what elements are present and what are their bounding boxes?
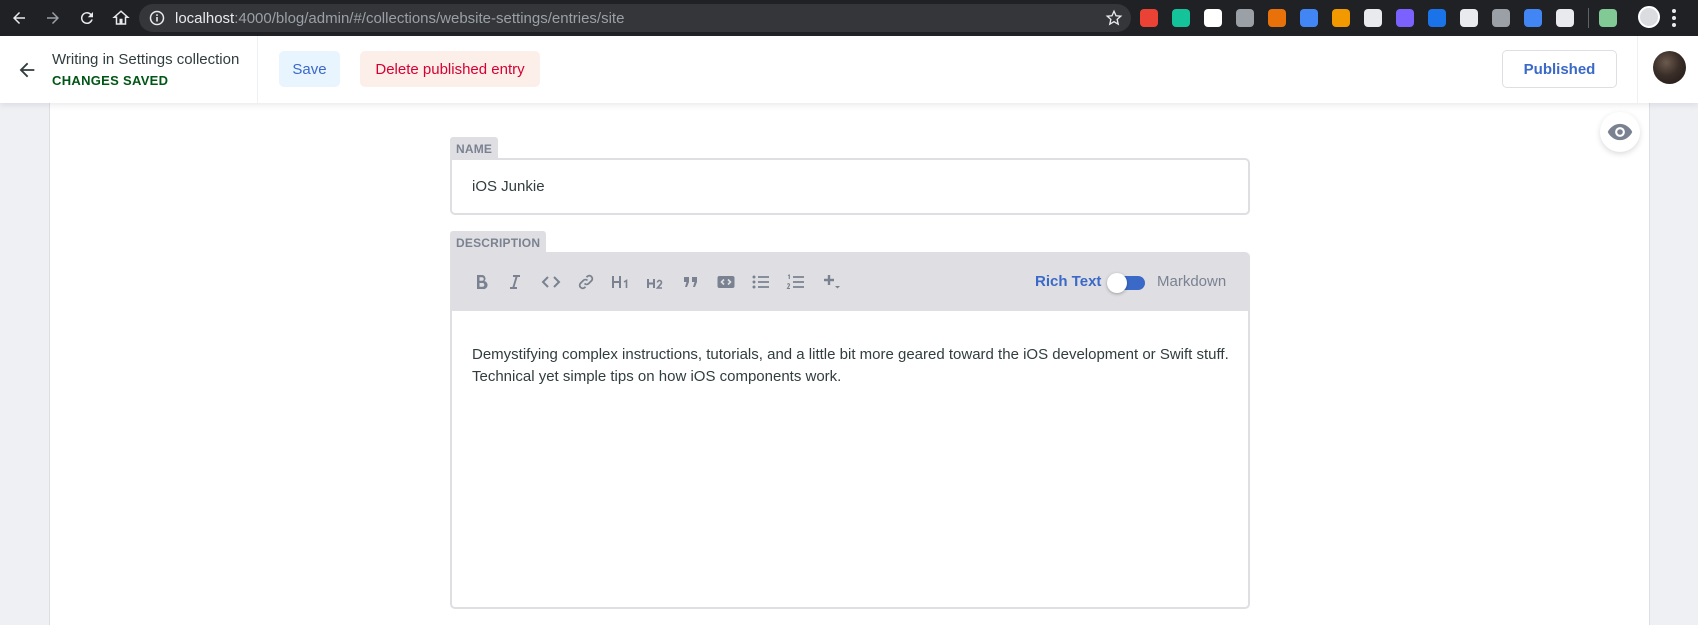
rich-text-mode-label[interactable]: Rich Text (1035, 273, 1101, 290)
italic-icon[interactable] (502, 269, 528, 295)
name-field-label: NAME (450, 137, 499, 159)
publish-status-button[interactable]: Published (1502, 50, 1617, 88)
description-text[interactable]: Demystifying complex instructions, tutor… (472, 344, 1232, 388)
extension-icon[interactable] (1140, 9, 1158, 27)
info-icon[interactable] (149, 10, 165, 26)
heading-one-icon[interactable] (608, 269, 634, 295)
extension-icon[interactable] (1204, 9, 1222, 27)
link-icon[interactable] (573, 269, 599, 295)
divider (1637, 36, 1638, 103)
avatar[interactable] (1653, 51, 1686, 84)
extension-icon[interactable] (1460, 9, 1478, 27)
extension-icon[interactable] (1556, 9, 1574, 27)
extension-icon[interactable] (1428, 9, 1446, 27)
extension-icon[interactable] (1524, 9, 1542, 27)
browser-menu-icon[interactable] (1672, 9, 1676, 27)
numbered-list-icon[interactable] (783, 269, 809, 295)
markdown-mode-label[interactable]: Markdown (1157, 273, 1226, 290)
extension-icon[interactable] (1236, 9, 1254, 27)
extension-icon[interactable] (1492, 9, 1510, 27)
url-text: localhost:4000/blog/admin/#/collections/… (175, 9, 625, 27)
extensions-bar (1140, 0, 1631, 36)
description-field-label: DESCRIPTION (450, 231, 547, 253)
address-bar[interactable]: localhost:4000/blog/admin/#/collections/… (139, 4, 1131, 32)
profile-icon[interactable] (1638, 6, 1660, 28)
reload-icon[interactable] (72, 3, 102, 33)
browser-toolbar: localhost:4000/blog/admin/#/collections/… (0, 0, 1698, 36)
name-input[interactable]: iOS Junkie (450, 158, 1250, 215)
eye-icon (1607, 123, 1633, 141)
bold-icon[interactable] (468, 269, 494, 295)
heading-two-icon[interactable] (643, 269, 669, 295)
extension-icon[interactable] (1364, 9, 1382, 27)
code-block-icon[interactable] (713, 269, 739, 295)
save-button[interactable]: Save (279, 51, 340, 87)
description-editor[interactable]: Rich Text Markdown Demystifying complex … (450, 252, 1250, 609)
quote-icon[interactable] (678, 269, 704, 295)
preview-toggle[interactable] (1600, 112, 1640, 152)
save-status: CHANGES SAVED (52, 73, 169, 88)
editor-topbar: Writing in Settings collection CHANGES S… (0, 36, 1698, 103)
extensions-divider (1588, 8, 1589, 28)
code-icon[interactable] (538, 269, 564, 295)
arrow-left-icon[interactable] (16, 59, 38, 81)
bookmark-star-icon[interactable] (1105, 9, 1123, 27)
back-to-collection[interactable]: Writing in Settings collection CHANGES S… (0, 36, 258, 103)
collection-label: Writing in Settings collection (52, 51, 240, 68)
extension-icon[interactable] (1396, 9, 1414, 27)
add-component-icon[interactable] (818, 269, 844, 295)
editor-mode-toggle[interactable] (1107, 273, 1147, 293)
forward-icon[interactable] (38, 3, 68, 33)
back-icon[interactable] (4, 3, 34, 33)
extension-icon[interactable] (1599, 9, 1617, 27)
toggle-knob (1107, 273, 1127, 293)
extension-icon[interactable] (1268, 9, 1286, 27)
home-icon[interactable] (106, 3, 136, 33)
bulleted-list-icon[interactable] (748, 269, 774, 295)
extension-icon[interactable] (1332, 9, 1350, 27)
extension-icon[interactable] (1172, 9, 1190, 27)
extension-icon[interactable] (1300, 9, 1318, 27)
editor-toolbar: Rich Text Markdown (452, 254, 1248, 311)
delete-published-entry-button[interactable]: Delete published entry (360, 51, 540, 87)
